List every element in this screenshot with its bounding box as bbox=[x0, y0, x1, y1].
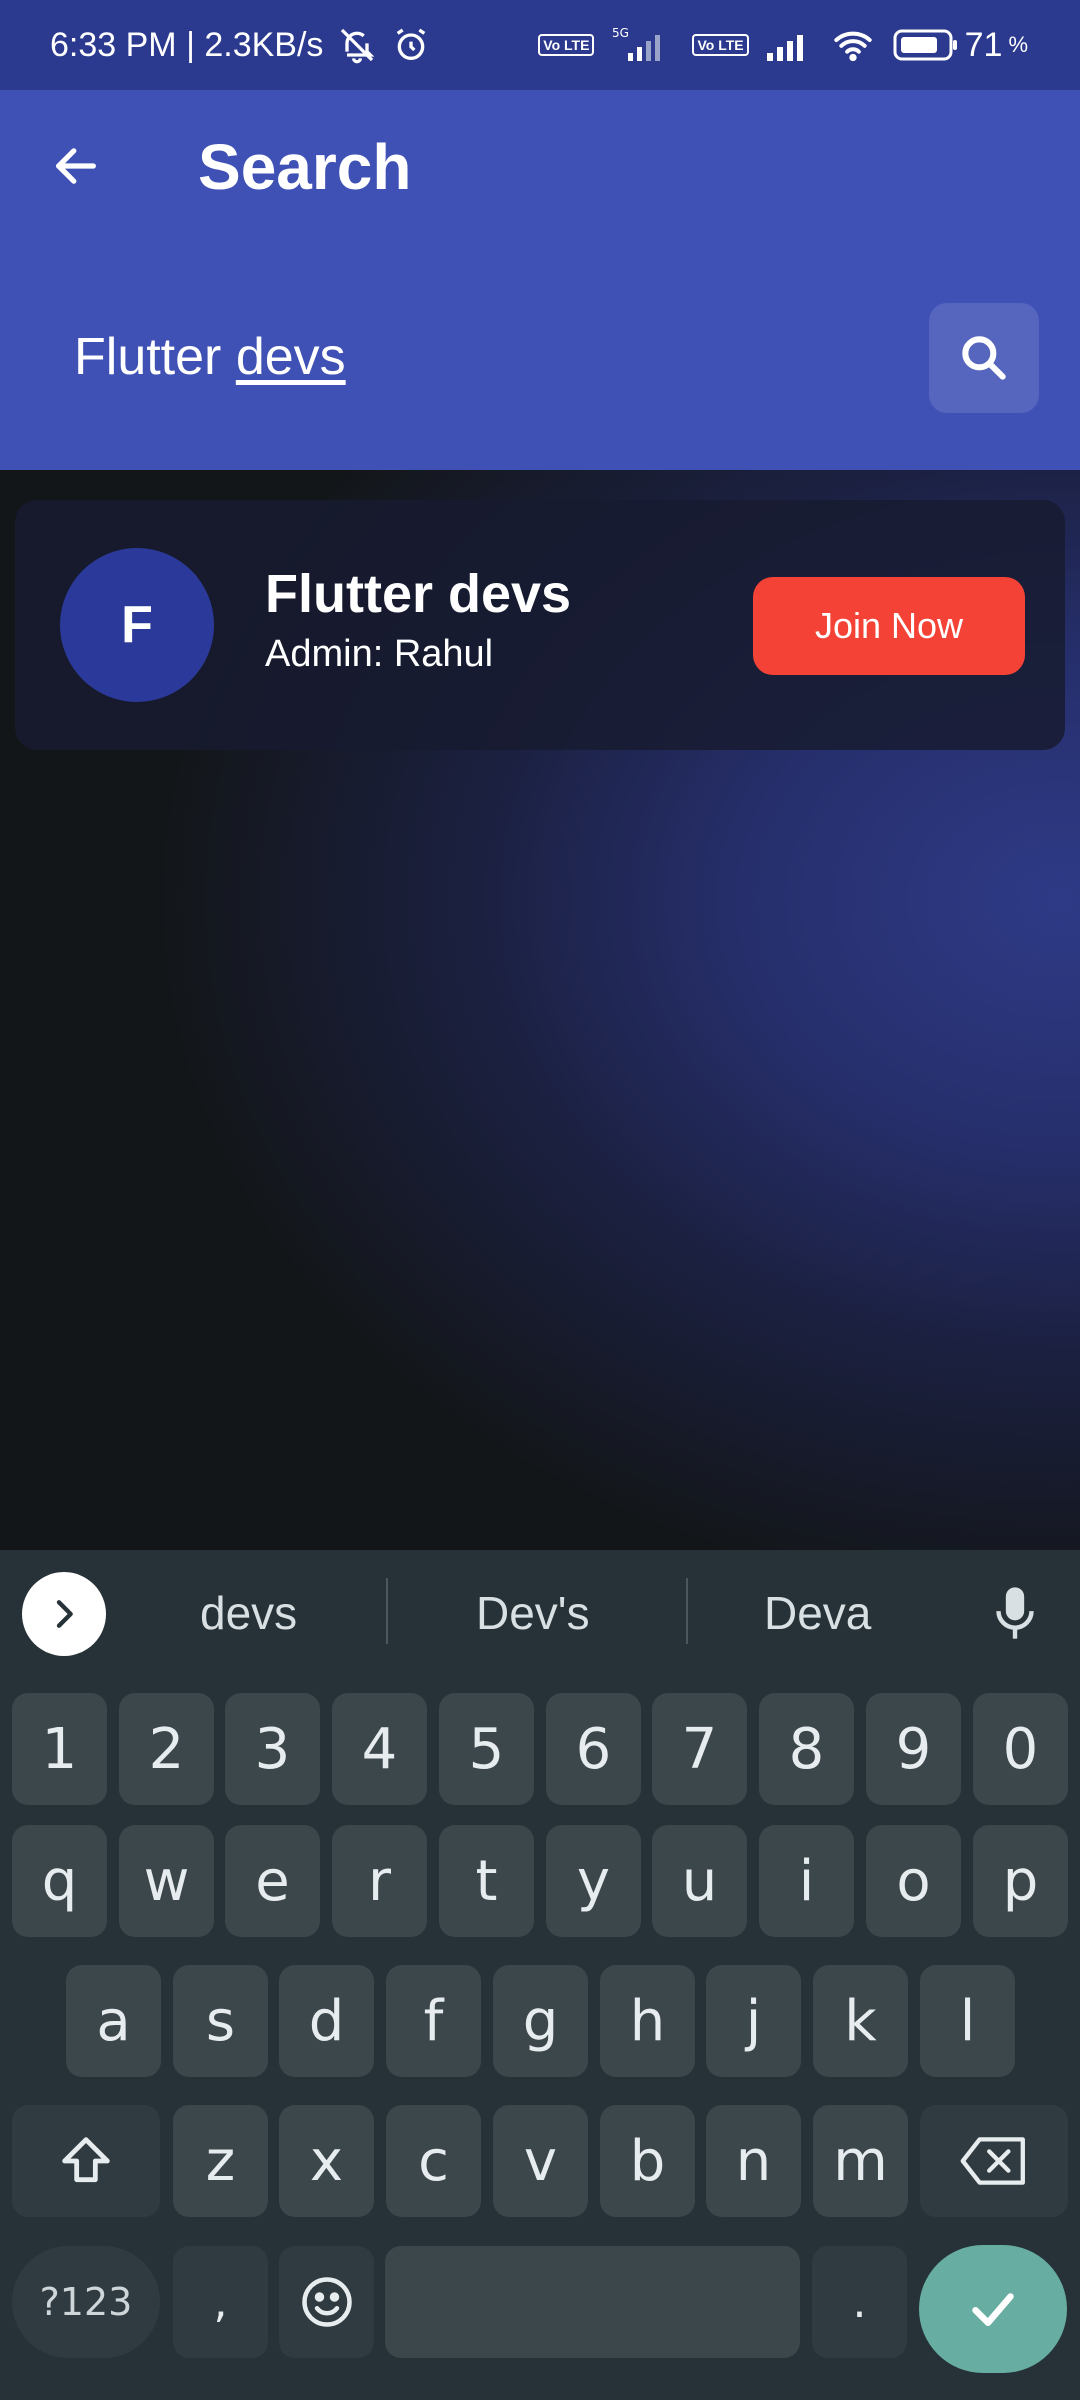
group-avatar-letter: F bbox=[121, 596, 153, 654]
wifi-icon bbox=[827, 25, 879, 65]
shift-icon bbox=[54, 2129, 118, 2193]
toolbar-expand-button[interactable] bbox=[22, 1572, 106, 1656]
key-o[interactable]: o bbox=[866, 1825, 961, 1937]
search-input-prefix: Flutter bbox=[74, 328, 236, 386]
volte-badge-1: Vo LTE bbox=[538, 34, 595, 56]
suggestion-2[interactable]: Dev's bbox=[476, 1578, 590, 1648]
search-input[interactable]: Flutter devs bbox=[74, 322, 346, 392]
key-u[interactable]: u bbox=[652, 1825, 747, 1937]
key-p[interactable]: p bbox=[973, 1825, 1068, 1937]
signal-5g-icon: 5G bbox=[608, 25, 678, 65]
checkmark-icon bbox=[963, 2279, 1023, 2339]
key-h[interactable]: h bbox=[600, 1965, 695, 2077]
key-k[interactable]: k bbox=[813, 1965, 908, 2077]
battery-percentage: 71 bbox=[964, 25, 1003, 64]
emoji-key[interactable] bbox=[279, 2246, 374, 2358]
key-f[interactable]: f bbox=[386, 1965, 481, 2077]
space-key[interactable] bbox=[385, 2246, 800, 2358]
arrow-back-icon bbox=[50, 140, 102, 192]
suggestion-1[interactable]: devs bbox=[200, 1578, 297, 1648]
key-n[interactable]: n bbox=[706, 2105, 801, 2217]
key-4[interactable]: 4 bbox=[332, 1693, 427, 1805]
status-left: 6:33 PM | 2.3KB/s bbox=[50, 25, 431, 65]
volte-badge-2: Vo LTE bbox=[692, 34, 749, 56]
key-b[interactable]: b bbox=[600, 2105, 695, 2217]
voice-input-button[interactable] bbox=[990, 1578, 1040, 1648]
shift-key[interactable] bbox=[12, 2105, 160, 2217]
battery-icon bbox=[893, 27, 959, 63]
chevron-right-icon bbox=[44, 1594, 84, 1634]
key-s[interactable]: s bbox=[173, 1965, 268, 2077]
search-button[interactable] bbox=[929, 303, 1039, 413]
suggestion-divider bbox=[686, 1578, 688, 1644]
key-2[interactable]: 2 bbox=[119, 1693, 214, 1805]
key-t[interactable]: t bbox=[439, 1825, 534, 1937]
key-m[interactable]: m bbox=[813, 2105, 908, 2217]
key-6[interactable]: 6 bbox=[546, 1693, 641, 1805]
key-8[interactable]: 8 bbox=[759, 1693, 854, 1805]
group-avatar: F bbox=[60, 548, 214, 702]
battery-percent-sign: % bbox=[1008, 32, 1028, 57]
keyboard: devs Dev's Deva 1 2 3 4 5 6 7 8 9 0 q w … bbox=[0, 1550, 1080, 2400]
key-y[interactable]: y bbox=[546, 1825, 641, 1937]
period-key[interactable]: . bbox=[812, 2246, 907, 2358]
results-area: F Flutter devs Admin: Rahul Join Now bbox=[0, 470, 1080, 1550]
search-input-composing: devs bbox=[235, 328, 346, 386]
symbols-key[interactable]: ?123 bbox=[12, 2246, 160, 2358]
key-1[interactable]: 1 bbox=[12, 1693, 107, 1805]
key-r[interactable]: r bbox=[332, 1825, 427, 1937]
signal-icon bbox=[763, 25, 813, 65]
key-w[interactable]: w bbox=[119, 1825, 214, 1937]
key-7[interactable]: 7 bbox=[652, 1693, 747, 1805]
notifications-off-icon bbox=[337, 25, 377, 65]
status-bar: 6:33 PM | 2.3KB/s Vo LTE 5G Vo LTE 71 % bbox=[0, 0, 1080, 90]
search-icon bbox=[956, 330, 1012, 386]
backspace-key[interactable] bbox=[920, 2105, 1068, 2217]
group-admin: Admin: Rahul bbox=[265, 633, 494, 675]
emoji-icon bbox=[297, 2272, 357, 2332]
group-name: Flutter devs bbox=[265, 564, 572, 624]
battery: 71 % bbox=[893, 26, 1028, 65]
key-j[interactable]: j bbox=[706, 1965, 801, 2077]
key-5[interactable]: 5 bbox=[439, 1693, 534, 1805]
key-i[interactable]: i bbox=[759, 1825, 854, 1937]
group-result-card[interactable]: F Flutter devs Admin: Rahul Join Now bbox=[15, 500, 1065, 750]
back-button[interactable] bbox=[40, 130, 112, 202]
key-c[interactable]: c bbox=[386, 2105, 481, 2217]
alarm-icon bbox=[391, 25, 431, 65]
page-title: Search bbox=[198, 131, 412, 203]
key-l[interactable]: l bbox=[920, 1965, 1015, 2077]
backspace-icon bbox=[958, 2133, 1030, 2189]
key-e[interactable]: e bbox=[225, 1825, 320, 1937]
suggestion-divider bbox=[386, 1578, 388, 1644]
network-type-label: 5G bbox=[612, 26, 629, 40]
status-right: Vo LTE 5G Vo LTE 71 % bbox=[538, 25, 1028, 65]
key-z[interactable]: z bbox=[173, 2105, 268, 2217]
suggestion-3[interactable]: Deva bbox=[764, 1578, 871, 1648]
enter-key[interactable] bbox=[919, 2245, 1067, 2373]
key-3[interactable]: 3 bbox=[225, 1693, 320, 1805]
key-0[interactable]: 0 bbox=[973, 1693, 1068, 1805]
status-time-speed: 6:33 PM | 2.3KB/s bbox=[50, 25, 324, 64]
key-x[interactable]: x bbox=[279, 2105, 374, 2217]
suggestion-strip: devs Dev's Deva bbox=[0, 1550, 1080, 1675]
microphone-icon bbox=[993, 1583, 1037, 1643]
key-d[interactable]: d bbox=[279, 1965, 374, 2077]
key-9[interactable]: 9 bbox=[866, 1693, 961, 1805]
app-bar: Search Flutter devs bbox=[0, 90, 1080, 470]
join-now-button[interactable]: Join Now bbox=[753, 577, 1025, 675]
comma-key[interactable]: , bbox=[173, 2246, 268, 2358]
key-g[interactable]: g bbox=[493, 1965, 588, 2077]
key-v[interactable]: v bbox=[493, 2105, 588, 2217]
key-a[interactable]: a bbox=[66, 1965, 161, 2077]
key-q[interactable]: q bbox=[12, 1825, 107, 1937]
